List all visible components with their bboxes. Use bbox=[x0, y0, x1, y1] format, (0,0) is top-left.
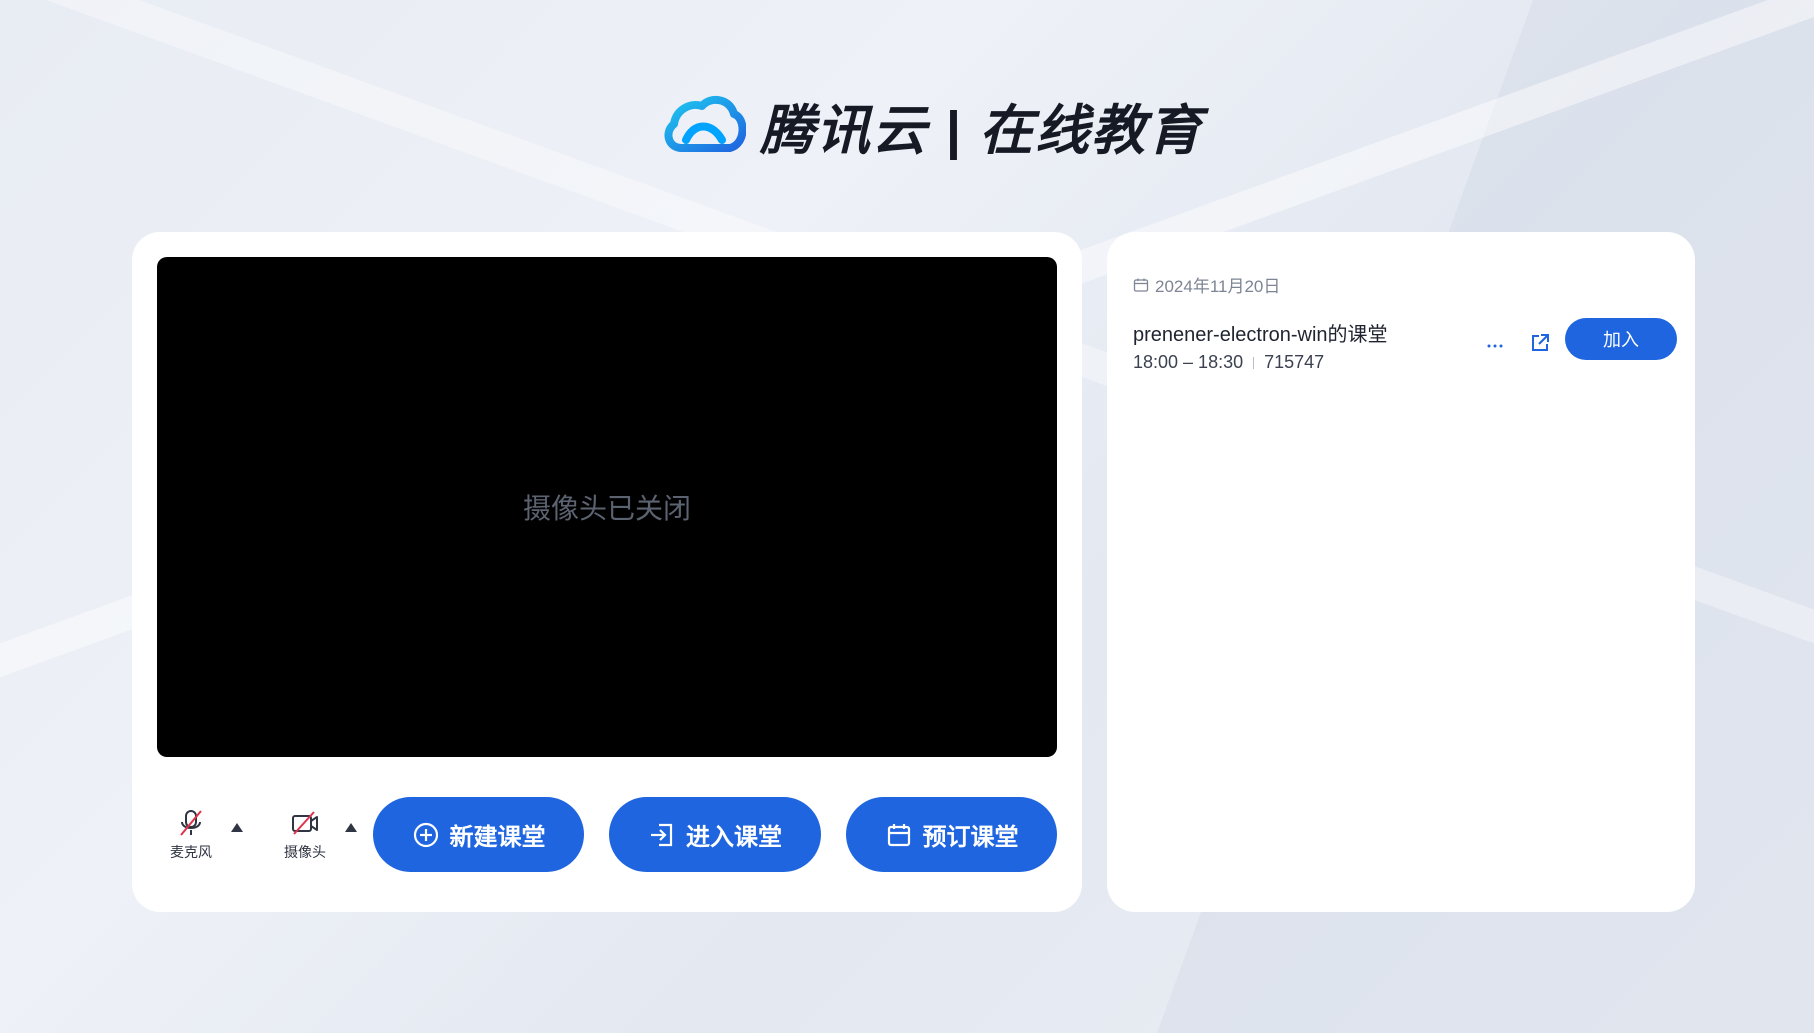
mic-label: 麦克风 bbox=[170, 843, 212, 860]
schedule-date: 2024年11月20日 bbox=[1133, 272, 1280, 297]
app-logo: 腾讯云 | 在线教育 bbox=[660, 92, 1203, 161]
class-list-item: prenener-electron-win的课堂 18:00 – 18:30 7… bbox=[1133, 318, 1677, 378]
mic-dropdown-caret[interactable] bbox=[231, 823, 243, 832]
schedule-card: 2024年11月20日 prenener-electron-win的课堂 18:… bbox=[1107, 232, 1695, 912]
cloud-logo-icon bbox=[664, 95, 746, 152]
external-link-icon[interactable] bbox=[1529, 332, 1551, 354]
schedule-date-text: 2024年11月20日 bbox=[1155, 277, 1281, 296]
logo-text: 腾讯云 | 在线教育 bbox=[760, 100, 1204, 161]
class-time: 18:00 – 18:30 bbox=[1133, 352, 1244, 372]
camera-off-icon bbox=[292, 810, 318, 835]
camera-control: 摄像头 bbox=[271, 808, 357, 862]
camera-button[interactable]: 摄像头 bbox=[271, 808, 339, 862]
mic-off-icon bbox=[180, 809, 202, 836]
plus-circle-icon bbox=[413, 822, 438, 847]
class-name: prenener-electron-win的课堂 bbox=[1133, 324, 1388, 346]
mic-control: 麦克风 bbox=[157, 808, 243, 862]
enter-class-button[interactable]: 进入课堂 bbox=[609, 797, 821, 872]
control-bar: 麦克风 摄像头 新建课堂 进入课堂 预订课堂 bbox=[157, 797, 1057, 872]
enter-icon bbox=[651, 823, 673, 846]
mic-button[interactable]: 麦克风 bbox=[157, 808, 225, 862]
more-icon[interactable] bbox=[1483, 332, 1507, 356]
calendar-small-icon bbox=[1133, 278, 1149, 292]
meta-separator bbox=[1253, 356, 1255, 369]
class-meta: 18:00 – 18:30 715747 bbox=[1133, 352, 1324, 373]
class-room-id: 715747 bbox=[1264, 352, 1325, 372]
preview-card: 摄像头已关闭 麦克风 摄像头 新建课堂 进入课堂 预订课堂 bbox=[132, 232, 1082, 912]
camera-dropdown-caret[interactable] bbox=[345, 823, 357, 832]
join-button[interactable]: 加入 bbox=[1565, 318, 1677, 360]
video-preview: 摄像头已关闭 bbox=[157, 257, 1057, 757]
enter-class-label: 进入课堂 bbox=[686, 824, 782, 851]
camera-off-text: 摄像头已关闭 bbox=[522, 493, 691, 524]
camera-label: 摄像头 bbox=[284, 843, 326, 860]
calendar-icon bbox=[887, 823, 910, 846]
book-class-label: 预订课堂 bbox=[922, 824, 1019, 851]
new-class-button[interactable]: 新建课堂 bbox=[373, 797, 584, 872]
book-class-button[interactable]: 预订课堂 bbox=[846, 797, 1057, 872]
new-class-label: 新建课堂 bbox=[449, 824, 546, 851]
